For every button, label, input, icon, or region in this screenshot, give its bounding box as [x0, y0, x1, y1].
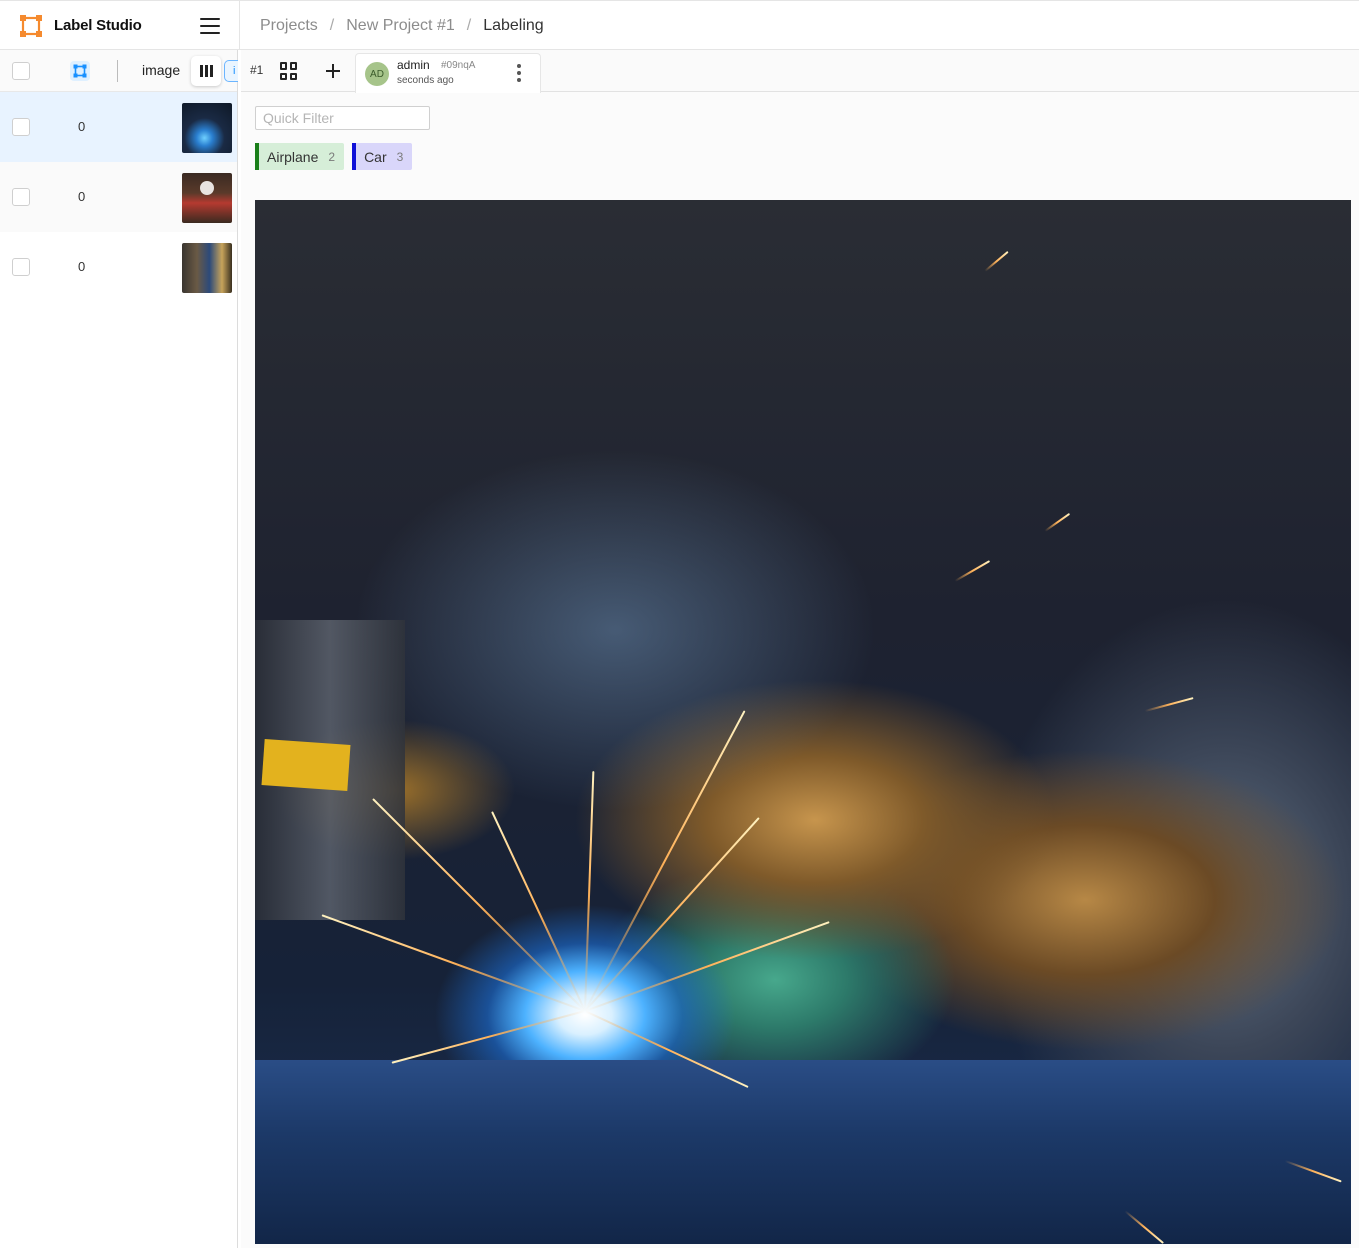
add-annotation-icon[interactable]	[323, 61, 343, 81]
more-options-icon[interactable]	[516, 64, 522, 86]
label-list: Airplane 2 Car 3	[255, 143, 413, 170]
label-hotkey: 2	[328, 149, 336, 164]
annotation-tabs-bar: #1 AD admin #09nqA seconds ago	[241, 50, 1359, 93]
top-bar: Label Studio Projects / New Project #1 /…	[0, 0, 1359, 50]
task-checkbox[interactable]	[12, 188, 30, 206]
task-thumbnail	[182, 103, 232, 153]
grid-view-icon[interactable]	[280, 62, 298, 80]
image-warning-tag	[261, 739, 351, 791]
label-name: Airplane	[267, 148, 319, 165]
task-id: #1	[250, 63, 264, 77]
annotations-count: 0	[78, 189, 86, 204]
task-row[interactable]: 0	[0, 232, 237, 302]
label-name: Car	[364, 148, 387, 165]
image-workbench	[255, 1060, 1351, 1244]
task-checkbox[interactable]	[12, 118, 30, 136]
task-list-panel: image i 0 0 0	[0, 50, 238, 1248]
task-row[interactable]: 0	[0, 162, 237, 232]
info-button[interactable]: i	[224, 60, 238, 82]
breadcrumb-projects[interactable]: Projects	[260, 17, 318, 35]
avatar: AD	[365, 62, 389, 86]
label-color-bar	[255, 143, 259, 170]
task-thumbnail	[182, 173, 232, 223]
annotations-column-icon[interactable]	[70, 61, 90, 81]
task-list-header: image i	[0, 50, 238, 92]
quick-filter-input[interactable]	[255, 106, 430, 130]
label-car[interactable]: Car 3	[352, 143, 413, 170]
annotations-count: 0	[78, 119, 86, 134]
task-checkbox[interactable]	[12, 258, 30, 276]
annotations-count: 0	[78, 259, 86, 274]
breadcrumb-current: Labeling	[483, 17, 544, 34]
brand: Label Studio	[0, 1, 240, 50]
label-airplane[interactable]: Airplane 2	[255, 143, 345, 170]
label-hotkey: 3	[396, 149, 404, 164]
menu-icon[interactable]	[200, 18, 220, 34]
breadcrumb-project[interactable]: New Project #1	[346, 17, 455, 35]
breadcrumb-separator: /	[466, 17, 472, 34]
app-name: Label Studio	[54, 17, 142, 34]
task-thumbnail	[182, 243, 232, 293]
image-canvas[interactable]	[255, 200, 1351, 1244]
annotation-user: admin	[397, 58, 430, 72]
label-color-bar	[352, 143, 357, 170]
annotation-time: seconds ago	[397, 75, 454, 86]
select-all-checkbox[interactable]	[12, 62, 30, 80]
labeling-editor: #1 AD admin #09nqA seconds ago Airplane …	[241, 50, 1359, 1248]
annotation-id: #09nqA	[441, 60, 476, 71]
breadcrumb: Projects / New Project #1 / Labeling	[260, 17, 544, 35]
image-column-header[interactable]: image	[142, 62, 180, 78]
label-studio-logo-icon	[20, 15, 42, 37]
column-divider	[117, 60, 118, 82]
breadcrumb-separator: /	[329, 17, 335, 34]
annotation-tab[interactable]: AD admin #09nqA seconds ago	[355, 53, 541, 93]
columns-icon[interactable]	[191, 56, 221, 86]
task-row[interactable]: 0	[0, 92, 237, 162]
